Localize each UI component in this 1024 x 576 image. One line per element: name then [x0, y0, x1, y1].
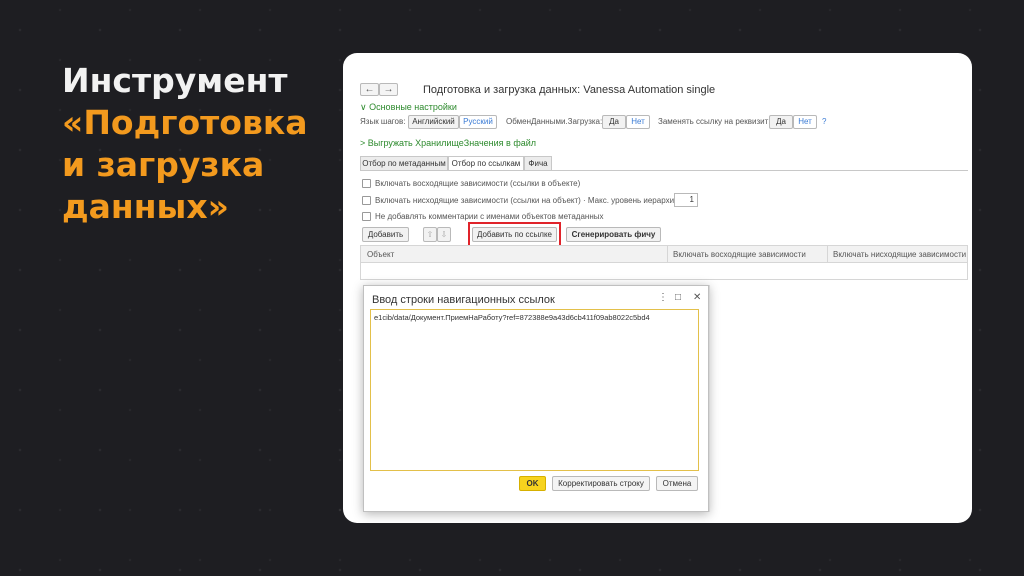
fix-line-button[interactable]: Корректировать строку: [552, 476, 650, 491]
tab-metadata-filter[interactable]: Отбор по метаданным: [360, 156, 448, 171]
no-comments-checkbox[interactable]: [362, 212, 371, 221]
help-icon[interactable]: ?: [822, 117, 826, 126]
tab-link-filter[interactable]: Отбор по ссылкам: [448, 156, 524, 171]
move-up-button[interactable]: ⇧: [423, 227, 437, 242]
column-object[interactable]: Объект: [367, 250, 394, 259]
highlight-frame: [468, 222, 561, 247]
include-up-checkbox[interactable]: [362, 179, 371, 188]
exchange-load-label: ОбменДанными.Загрузка:: [506, 117, 603, 126]
nav-links-textarea[interactable]: e1cib/data/Документ.ПриемНаРаботу?ref=87…: [370, 309, 699, 471]
window-title: Подготовка и загрузка данных: Vanessa Au…: [423, 84, 716, 96]
title-line-3: и загрузка: [62, 145, 265, 184]
main-settings-section[interactable]: ∨ Основные настройки: [360, 102, 457, 113]
max-level-input[interactable]: 1: [674, 193, 698, 207]
title-line-4: данных»: [62, 187, 229, 226]
column-include-down[interactable]: Включать нисходящие зависимости: [833, 250, 966, 259]
table-header: Объект Включать восходящие зависимости В…: [360, 245, 968, 263]
maximize-icon[interactable]: □: [675, 292, 681, 303]
arrow-right-icon: →: [383, 84, 394, 95]
app-window: ← → Подготовка и загрузка данных: Vaness…: [356, 75, 968, 523]
step-language-label: Язык шагов:: [360, 117, 406, 126]
tab-divider: [360, 170, 968, 171]
include-down-checkbox[interactable]: [362, 196, 371, 205]
column-include-up[interactable]: Включать восходящие зависимости: [673, 250, 806, 259]
title-line-2: «Подготовка: [62, 103, 308, 142]
lang-english-button[interactable]: Английский: [408, 115, 459, 129]
forward-button[interactable]: →: [379, 83, 398, 96]
move-up-icon: ⇧: [426, 230, 434, 239]
cancel-button[interactable]: Отмена: [656, 476, 698, 491]
move-down-icon: ⇩: [440, 230, 448, 239]
table-row[interactable]: [360, 263, 968, 280]
title-line-1: Инструмент: [62, 61, 288, 100]
back-button[interactable]: ←: [360, 83, 379, 96]
tab-feature[interactable]: Фича: [524, 156, 552, 171]
more-icon[interactable]: ⋮: [658, 292, 668, 303]
dialog-title: Ввод строки навигационных ссылок: [372, 294, 555, 306]
column-divider: [827, 246, 828, 262]
exchange-yes-button[interactable]: Да: [602, 115, 626, 129]
include-up-label: Включать восходящие зависимости (ссылки …: [375, 179, 581, 188]
generate-feature-button[interactable]: Сгенерировать фичу: [566, 227, 661, 242]
screenshot-card: ← → Подготовка и загрузка данных: Vaness…: [343, 53, 972, 523]
move-down-button[interactable]: ⇩: [437, 227, 451, 242]
close-icon[interactable]: ✕: [693, 292, 701, 303]
dialog-edge: [709, 285, 710, 512]
add-button[interactable]: Добавить: [362, 227, 409, 242]
replace-link-label: Заменять ссылку на реквизит:: [658, 117, 771, 126]
ok-button[interactable]: OK: [519, 476, 546, 491]
exchange-no-button[interactable]: Нет: [626, 115, 650, 129]
replace-no-button[interactable]: Нет: [793, 115, 817, 129]
nav-links-dialog: Ввод строки навигационных ссылок ⋮ □ ✕ e…: [363, 285, 709, 512]
replace-yes-button[interactable]: Да: [769, 115, 793, 129]
include-down-label: Включать нисходящие зависимости (ссылки …: [375, 196, 681, 205]
lang-russian-button[interactable]: Русский: [459, 115, 497, 129]
arrow-left-icon: ←: [364, 84, 375, 95]
slide-title: Инструмент «Подготовка и загрузка данных…: [62, 60, 322, 228]
export-storage-section[interactable]: > Выгружать ХранилищеЗначения в файл: [360, 138, 536, 148]
no-comments-label: Не добавлять комментарии с именами объек…: [375, 212, 604, 221]
column-divider: [667, 246, 668, 262]
